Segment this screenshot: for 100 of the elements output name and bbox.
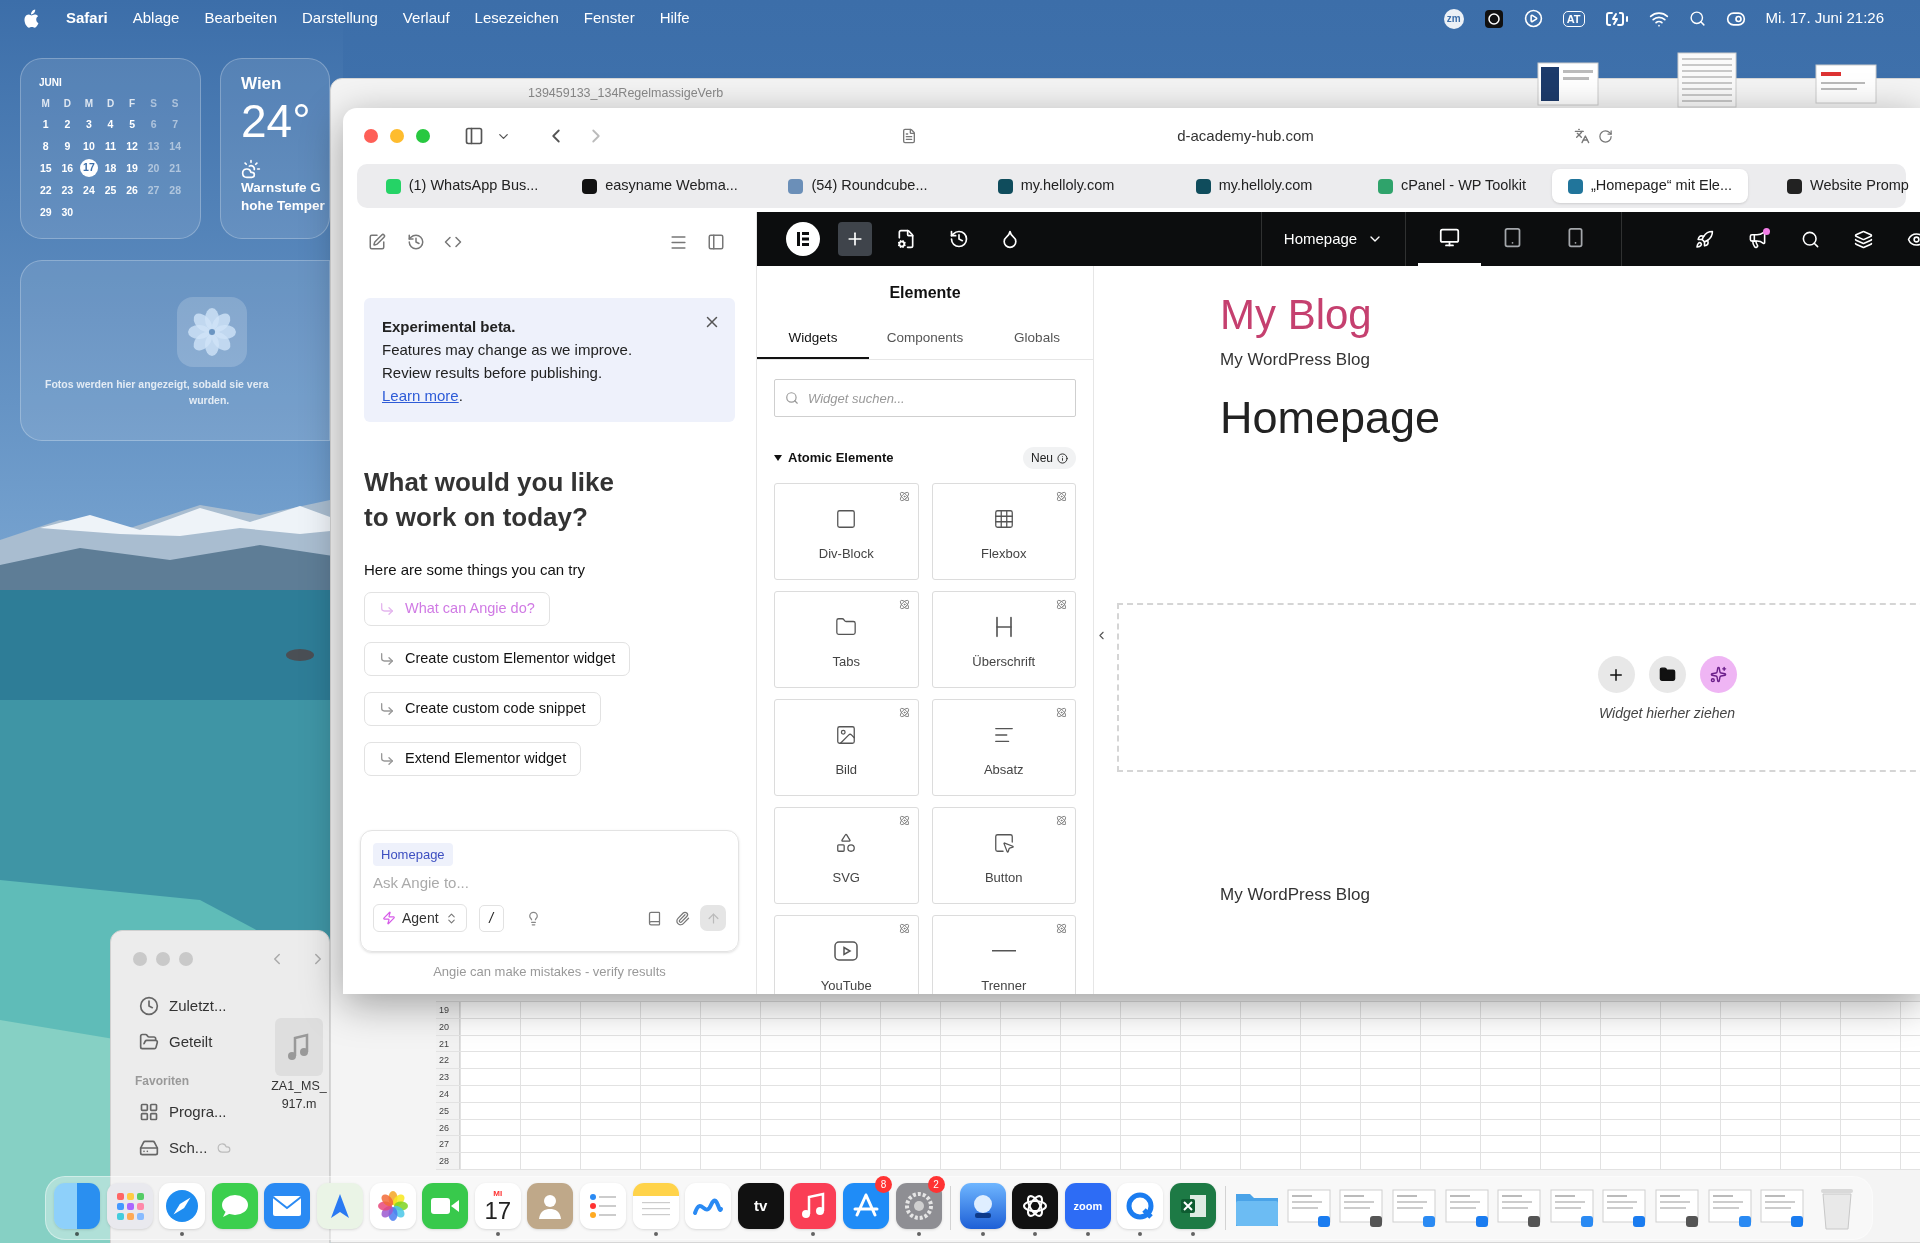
command-button[interactable]: / (478, 904, 504, 932)
sidebar-item[interactable]: Zuletzt... (139, 988, 227, 1024)
page-select[interactable]: Homepage (1261, 212, 1406, 266)
context-chip[interactable]: Homepage (373, 842, 453, 866)
suggestion-button[interactable]: Create custom code snippet (364, 691, 601, 726)
suggestion-button[interactable]: Create custom Elementor widget (364, 641, 631, 676)
file-icon[interactable] (1537, 62, 1599, 106)
sidebar-toggle-icon[interactable] (464, 126, 484, 146)
calendar-day[interactable]: 10 (83, 137, 95, 155)
layers-icon[interactable] (1854, 229, 1873, 249)
add-section-button[interactable] (1597, 656, 1635, 693)
calendar-day[interactable]: 11 (104, 137, 117, 155)
close-window-button[interactable] (364, 129, 378, 143)
calendar-day[interactable]: 25 (104, 181, 117, 199)
browser-tab[interactable]: (1) WhatsApp Bus... (364, 169, 560, 203)
window-preview-icon[interactable] (1655, 1188, 1701, 1228)
mode-select[interactable]: Agent (373, 904, 467, 932)
translate-icon[interactable] (1574, 128, 1590, 144)
sidebar-item[interactable]: Sch... (139, 1130, 232, 1166)
menu-item[interactable]: Ablage (132, 7, 180, 30)
book-icon[interactable] (647, 910, 662, 926)
calendar-day[interactable]: 22 (39, 181, 52, 199)
section-toggle[interactable]: Atomic Elemente (774, 448, 894, 468)
widget-card[interactable]: Div-Block (774, 483, 919, 580)
input-source-indicator[interactable]: AT (1562, 10, 1585, 27)
menu-item[interactable]: Fenster (583, 7, 635, 30)
window-preview-icon[interactable] (1392, 1188, 1439, 1228)
sidebar-item[interactable]: Progra... (139, 1094, 227, 1130)
browser-tab[interactable]: cPanel - WP Toolkit (1354, 169, 1550, 203)
window-preview-icon[interactable] (1707, 1188, 1754, 1228)
play-icon[interactable] (1523, 9, 1543, 28)
menu-clock[interactable]: Mi. 17. Juni 21:26 (1765, 7, 1884, 30)
browser-tab[interactable]: my.helloly.com (1156, 169, 1352, 203)
browser-tab[interactable]: easyname Webma... (562, 169, 758, 203)
widget-card[interactable]: Bild (774, 699, 919, 796)
reload-icon[interactable] (1598, 128, 1613, 144)
apple-logo-icon[interactable] (22, 8, 39, 29)
calendar-day[interactable]: 8 (42, 137, 49, 155)
calendar-day[interactable]: 1 (42, 115, 49, 133)
new-badge[interactable]: Neu (1023, 447, 1076, 469)
menu-item[interactable]: Hilfe (659, 7, 690, 30)
calendar-day[interactable]: 15 (39, 159, 52, 177)
dock-app-icon[interactable]: tv (737, 1183, 784, 1229)
prompt-field[interactable]: Ask Angie to... (373, 870, 726, 894)
calendar-day[interactable]: 3 (86, 115, 92, 133)
window-preview-icon[interactable] (1602, 1188, 1649, 1228)
calendar-day[interactable]: 29 (39, 203, 52, 221)
address-bar[interactable]: d-academy-hub.com (887, 119, 1627, 153)
widget-card[interactable]: Flexbox (931, 483, 1076, 580)
dock-app-icon[interactable] (1170, 1183, 1217, 1229)
window-preview-icon[interactable] (1286, 1188, 1333, 1228)
calendar-day[interactable]: 2 (64, 115, 71, 133)
widget-card[interactable]: Tabs (774, 591, 919, 688)
menu-item[interactable]: Darstellung (302, 7, 378, 30)
widget-card[interactable]: Button (931, 807, 1076, 904)
sidebar-item[interactable]: Geteilt (139, 1024, 213, 1060)
panel-tab[interactable]: Widgets (757, 320, 869, 359)
menu-item[interactable]: Verlauf (402, 7, 450, 30)
learn-more-link[interactable]: Learn more (382, 387, 459, 404)
menu-item[interactable]: Bearbeiten (204, 7, 277, 30)
menu-item[interactable]: Lesezeichen (474, 7, 559, 30)
calendar-day[interactable]: 18 (104, 159, 117, 177)
paperclip-icon[interactable] (675, 910, 690, 926)
browser-tab[interactable]: my.helloly.com (958, 169, 1154, 203)
calendar-day[interactable]: 24 (83, 181, 95, 199)
widget-search-field[interactable]: Widget suchen... (774, 379, 1076, 417)
panel-tab[interactable]: Globals (981, 320, 1093, 359)
add-element-button[interactable] (838, 222, 872, 256)
suggestion-button[interactable]: Extend Elementor widget (364, 741, 582, 776)
sidebar-toggle-icon[interactable] (707, 233, 725, 251)
ai-button[interactable] (1699, 656, 1737, 693)
app-status-icon[interactable] (1483, 8, 1504, 29)
megaphone-icon[interactable] (1748, 229, 1767, 249)
window-preview-icon[interactable] (1549, 1188, 1596, 1228)
status-badge[interactable]: zm (1443, 8, 1464, 29)
logo-icon[interactable] (786, 222, 820, 256)
calendar-day[interactable]: 5 (129, 115, 135, 133)
dock-app-icon[interactable] (1012, 1183, 1059, 1229)
panel-tab[interactable]: Components (869, 320, 981, 359)
rocket-icon[interactable] (1695, 229, 1714, 249)
calendar-day[interactable]: 26 (126, 181, 138, 199)
calendar-day[interactable]: 9 (64, 137, 71, 155)
weather-widget[interactable]: Wien 24° Warnstufe G hohe Temper (220, 58, 330, 239)
dock-app-icon[interactable]: zoom (1064, 1183, 1111, 1229)
calendar-widget[interactable]: JUNI M D M D F S S 1 2 3 4 5 6 7 8 9 10 11 12 13 14 15 16 17 18 19 20 21 22 23 24 25 26 27 28 29 30 (20, 58, 201, 239)
browser-tab[interactable]: Website Promp (1750, 169, 1920, 203)
calendar-day[interactable]: 30 (61, 203, 74, 221)
widget-card[interactable]: Trenner (931, 915, 1076, 994)
calendar-day[interactable]: 12 (126, 137, 138, 155)
calendar-day[interactable]: 16 (61, 159, 74, 177)
widget-card[interactable]: Absatz (931, 699, 1076, 796)
calendar-day[interactable]: 19 (126, 159, 138, 177)
droplet-icon[interactable] (1000, 229, 1020, 249)
menu-app-name[interactable]: Safari (66, 7, 108, 30)
new-chat-icon[interactable] (368, 233, 386, 251)
browser-tab[interactable]: (54) Roundcube... (760, 169, 956, 203)
calendar-day[interactable]: 23 (61, 181, 74, 199)
window-preview-icon[interactable] (1497, 1188, 1544, 1228)
window-preview-icon[interactable] (1760, 1188, 1807, 1228)
window-preview-icon[interactable] (1339, 1188, 1386, 1228)
